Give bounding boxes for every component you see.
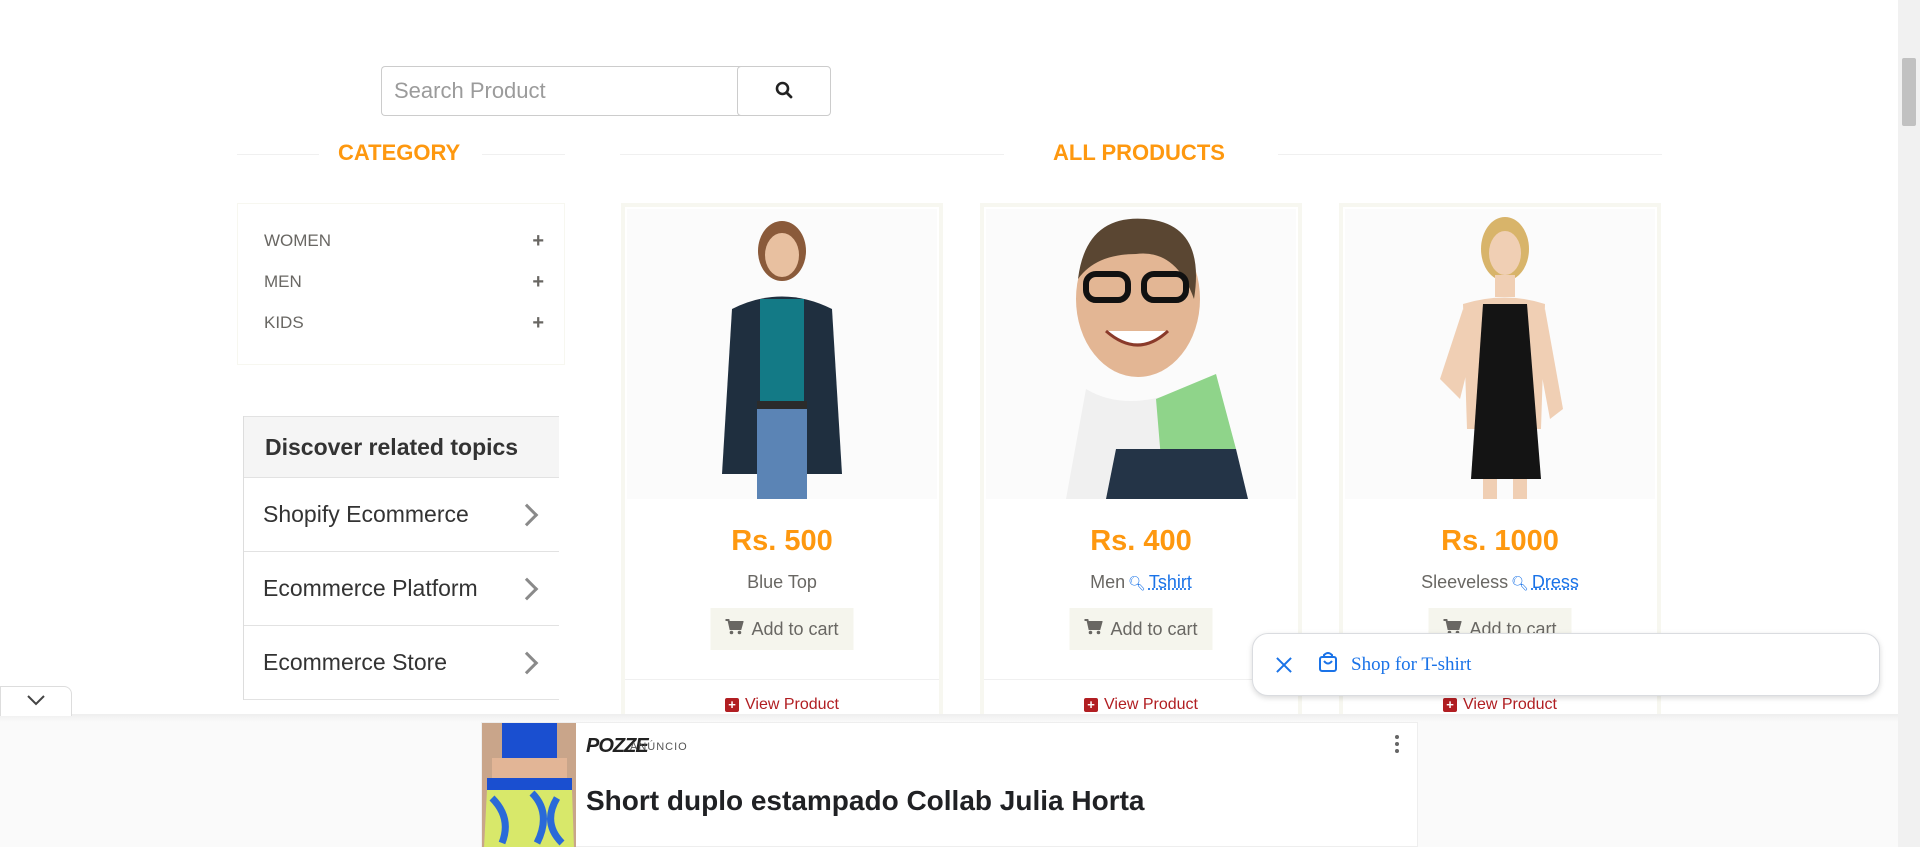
product-name: Sleeveless 🔍︎ Dress xyxy=(1343,572,1657,593)
product-name-text: Sleeveless xyxy=(1421,572,1509,592)
related-topic-item[interactable]: Shopify Ecommerce xyxy=(244,478,559,552)
plus-square-icon: + xyxy=(725,698,739,712)
plus-square-icon: + xyxy=(1443,698,1457,712)
add-to-cart-button[interactable]: Add to cart xyxy=(710,608,854,650)
category-men[interactable]: MEN + xyxy=(264,272,544,292)
category-heading: CATEGORY xyxy=(338,140,461,165)
view-product-label: View Product xyxy=(1104,696,1198,713)
search-icon xyxy=(775,81,793,102)
heading-line xyxy=(620,154,1004,155)
ad-label: ANÚNCIO xyxy=(630,741,688,753)
product-image xyxy=(627,209,937,499)
chevron-right-icon xyxy=(515,577,539,600)
category-label: MEN xyxy=(264,272,302,291)
related-topic-label: Ecommerce Store xyxy=(263,649,448,675)
search-input[interactable] xyxy=(381,66,743,116)
product-card: Rs. 500 Blue Top Add to cart + View Prod… xyxy=(621,203,943,723)
plus-square-icon: + xyxy=(1084,698,1098,712)
shop-suggestion-popup: Shop for T-shirt xyxy=(1252,633,1880,696)
category-kids[interactable]: KIDS + xyxy=(264,313,544,333)
ad-banner[interactable]: POZZE ANÚNCIO Short duplo estampado Coll… xyxy=(481,722,1418,847)
category-women[interactable]: WOMEN + xyxy=(264,231,544,251)
related-topics: Discover related topics Shopify Ecommerc… xyxy=(243,416,559,700)
plus-icon[interactable]: + xyxy=(532,231,544,251)
product-name-text: Men xyxy=(1090,572,1126,592)
product-price: Rs. 500 xyxy=(731,525,833,557)
divider xyxy=(984,679,1298,680)
view-product-label: View Product xyxy=(745,696,839,713)
add-to-cart-button[interactable]: Add to cart xyxy=(1069,608,1213,650)
view-product-link[interactable]: + View Product xyxy=(1343,696,1657,714)
search-bar xyxy=(381,66,831,116)
ad-divider xyxy=(0,714,1898,722)
scrollbar-track[interactable] xyxy=(1898,0,1920,847)
shopping-cart-icon xyxy=(725,618,744,640)
chevron-right-icon xyxy=(515,503,539,526)
scrollbar-thumb[interactable] xyxy=(1902,58,1916,126)
shopping-bag-icon xyxy=(1317,651,1339,678)
view-product-label: View Product xyxy=(1463,696,1557,713)
related-topics-heading: Discover related topics xyxy=(244,416,559,478)
chevron-right-icon xyxy=(515,651,539,674)
product-name-link[interactable]: Tshirt xyxy=(1149,572,1192,592)
add-to-cart-label: Add to cart xyxy=(751,618,839,639)
product-image xyxy=(986,209,1296,499)
related-topic-label: Ecommerce Platform xyxy=(263,575,478,601)
close-icon[interactable] xyxy=(1272,653,1296,677)
magnifier-icon: 🔍︎ xyxy=(1128,575,1146,591)
view-product-link[interactable]: + View Product xyxy=(984,696,1298,714)
divider xyxy=(625,679,939,680)
shopping-cart-icon xyxy=(1084,618,1103,640)
product-price: Rs. 1000 xyxy=(1441,525,1559,557)
plus-icon[interactable]: + xyxy=(532,272,544,292)
all-products-heading: ALL PRODUCTS xyxy=(1053,140,1225,165)
view-product-link[interactable]: + View Product xyxy=(625,696,939,714)
heading-line xyxy=(482,154,565,155)
product-name-link[interactable]: Dress xyxy=(1532,572,1579,592)
product-name: Men 🔍︎ Tshirt xyxy=(984,572,1298,593)
chevron-down-icon xyxy=(26,693,46,711)
category-panel: WOMEN + MEN + KIDS + xyxy=(237,203,565,365)
ad-collapse-toggle[interactable] xyxy=(0,686,72,716)
plus-icon[interactable]: + xyxy=(532,313,544,333)
ad-title: Short duplo estampado Collab Julia Horta xyxy=(586,785,1145,816)
product-name: Blue Top xyxy=(625,572,939,593)
category-label: KIDS xyxy=(264,313,304,332)
add-to-cart-label: Add to cart xyxy=(1110,618,1198,639)
product-price: Rs. 400 xyxy=(1090,525,1192,557)
product-image xyxy=(1345,209,1655,499)
shop-suggestion-link[interactable]: Shop for T-shirt xyxy=(1351,654,1471,676)
product-name-text: Blue Top xyxy=(747,572,817,592)
heading-line xyxy=(1278,154,1662,155)
more-options-icon[interactable] xyxy=(1395,735,1401,753)
search-button[interactable] xyxy=(737,66,831,116)
ad-image xyxy=(482,723,576,847)
category-label: WOMEN xyxy=(264,231,332,250)
related-topic-item[interactable]: Ecommerce Platform xyxy=(244,552,559,626)
related-topic-item[interactable]: Ecommerce Store xyxy=(244,626,559,700)
magnifier-icon: 🔍︎ xyxy=(1511,575,1529,591)
related-topic-label: Shopify Ecommerce xyxy=(263,501,469,527)
heading-line xyxy=(237,154,319,155)
